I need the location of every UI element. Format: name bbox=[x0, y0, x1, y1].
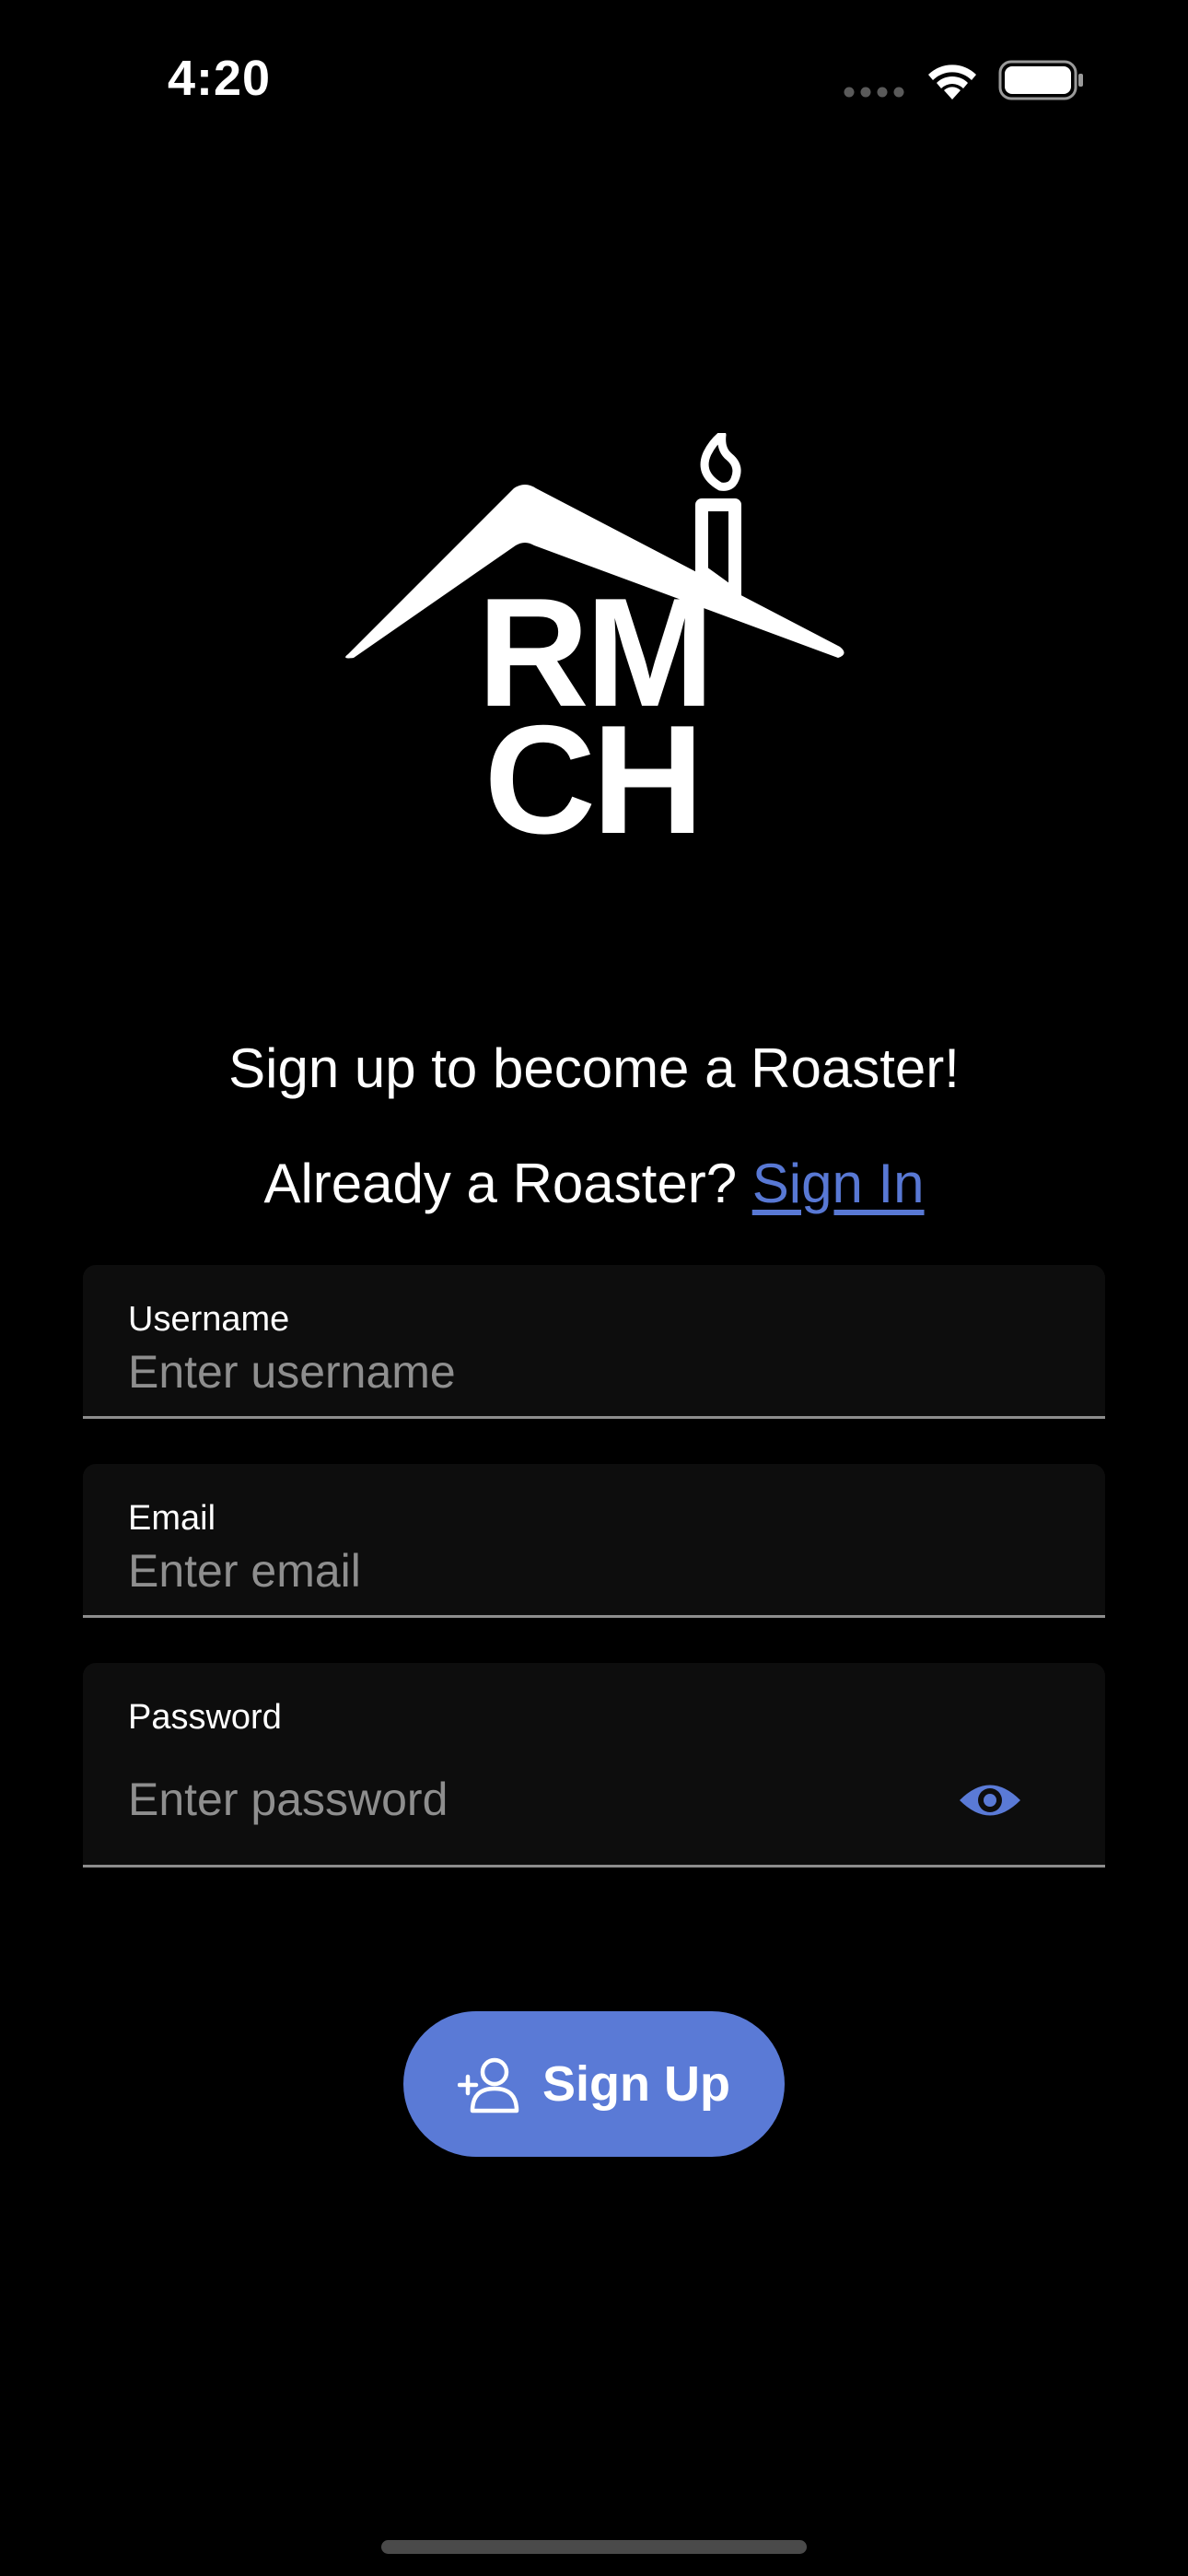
username-label: Username bbox=[128, 1300, 290, 1339]
email-label: Email bbox=[128, 1499, 216, 1538]
password-label: Password bbox=[128, 1698, 282, 1737]
signup-button-label: Sign Up bbox=[542, 2056, 730, 2112]
signal-icon bbox=[844, 87, 904, 98]
signin-prompt: Already a Roaster? Sign In bbox=[0, 1152, 1188, 1215]
add-user-icon bbox=[458, 2057, 519, 2113]
status-time: 4:20 bbox=[168, 51, 272, 106]
battery-icon bbox=[998, 60, 1083, 100]
wifi-icon bbox=[928, 64, 976, 100]
app-logo: RM CH bbox=[341, 430, 847, 866]
signin-prompt-text: Already a Roaster? bbox=[263, 1153, 752, 1214]
eye-icon bbox=[960, 1785, 1020, 1816]
signup-button[interactable]: Sign Up bbox=[403, 2011, 785, 2157]
home-indicator bbox=[381, 2540, 807, 2554]
show-password-button[interactable] bbox=[958, 1768, 1022, 1832]
logo-text-line2: CH bbox=[484, 693, 701, 848]
password-input[interactable] bbox=[128, 1772, 911, 1827]
house-logo-icon: RM CH bbox=[345, 430, 844, 866]
status-bar: 4:20 bbox=[0, 0, 1188, 157]
signin-link[interactable]: Sign In bbox=[752, 1153, 925, 1214]
username-input[interactable] bbox=[128, 1344, 957, 1399]
email-field[interactable]: Email bbox=[83, 1464, 1105, 1618]
signup-headline: Sign up to become a Roaster! bbox=[228, 1037, 960, 1099]
password-field[interactable]: Password bbox=[83, 1663, 1105, 1868]
email-input[interactable] bbox=[128, 1543, 957, 1598]
username-field[interactable]: Username bbox=[83, 1265, 1105, 1419]
